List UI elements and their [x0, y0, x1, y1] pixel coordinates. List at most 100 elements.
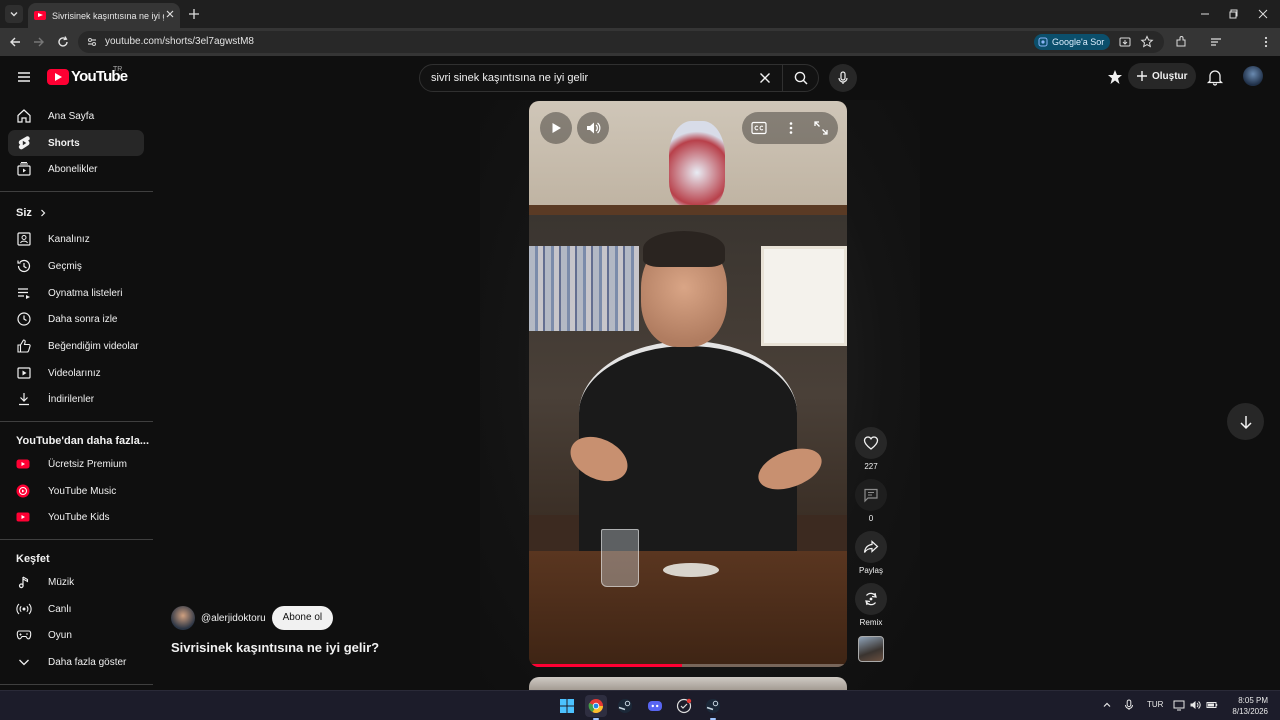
sidebar-heading-you[interactable]: Siz — [16, 207, 48, 219]
sidebar-item-your-channel[interactable]: Kanalınız — [8, 226, 144, 252]
address-bar[interactable]: youtube.com/shorts/3el7agwstM8 Google'a … — [78, 31, 1164, 53]
shorts-video-player[interactable] — [529, 101, 847, 667]
voice-search-button[interactable] — [829, 64, 857, 92]
chevron-right-icon — [40, 209, 46, 217]
new-tab-icon[interactable] — [187, 7, 201, 21]
clear-search-icon[interactable] — [758, 71, 772, 85]
sidebar-item-label: Oyun — [48, 629, 72, 641]
taskbar-app[interactable] — [673, 695, 695, 717]
create-label: Oluştur — [1152, 70, 1188, 82]
lens-icon — [1038, 37, 1048, 47]
sidebar-item-home[interactable]: Ana Sayfa — [8, 103, 144, 129]
google-ask-button[interactable]: Google'a Sor — [1034, 34, 1111, 50]
reload-icon[interactable] — [56, 35, 70, 49]
sidebar-item-live[interactable]: Canlı — [8, 596, 144, 622]
video-frame-shelf-board — [529, 205, 847, 215]
share-arrow-icon — [863, 540, 879, 553]
sidebar-item-downloads[interactable]: İndirilenler — [8, 386, 144, 412]
sidebar-item-shorts[interactable]: Shorts — [8, 130, 144, 156]
share-button[interactable] — [855, 531, 887, 563]
next-short-button[interactable] — [1227, 403, 1264, 440]
more-heading-label: YouTube'dan daha fazla... — [16, 435, 149, 447]
sidebar-item-youtube-music[interactable]: YouTube Music — [8, 478, 144, 504]
sidebar-item-label: Daha sonra izle — [48, 313, 118, 325]
sidebar-item-music[interactable]: Müzik — [8, 569, 144, 595]
windows-taskbar: TUR 8:05 PM 8/13/2026 — [0, 690, 1280, 720]
expand-icon[interactable] — [813, 120, 829, 136]
sidebar-item-gaming[interactable]: Oyun — [8, 622, 144, 648]
user-avatar[interactable] — [1243, 66, 1263, 86]
remix-button[interactable] — [855, 583, 887, 615]
site-info-icon[interactable] — [86, 36, 98, 48]
youtube-music-icon — [16, 484, 30, 498]
video-frame-glass — [601, 529, 639, 587]
taskbar-discord[interactable] — [644, 695, 666, 717]
sidebar-item-label: YouTube Kids — [48, 511, 110, 523]
sidebar-item-your-videos[interactable]: Videolarınız — [8, 360, 144, 386]
remix-label: Remix — [859, 618, 883, 627]
clock[interactable]: 8:05 PM 8/13/2026 — [1224, 695, 1268, 717]
video-frame-books — [529, 246, 639, 331]
microphone-icon[interactable] — [1123, 699, 1135, 711]
speaker-icon[interactable] — [1189, 699, 1201, 711]
live-broadcast-icon — [16, 603, 32, 615]
sidebar-item-label: Geçmiş — [48, 260, 82, 272]
video-progress-bar[interactable] — [529, 664, 847, 667]
taskbar-chrome[interactable] — [585, 695, 607, 720]
forward-arrow-icon[interactable] — [32, 35, 46, 49]
subscribe-button[interactable]: Abone ol — [271, 606, 334, 630]
sidebar-item-subscriptions[interactable]: Abonelikler — [8, 156, 144, 182]
sidebar-item-youtube-kids[interactable]: YouTube Kids — [8, 504, 144, 530]
back-arrow-icon[interactable] — [8, 35, 22, 49]
menu-icon[interactable] — [16, 69, 32, 85]
notifications-bell-icon[interactable] — [1206, 68, 1224, 86]
reading-list-icon[interactable] — [1209, 35, 1223, 49]
taskbar-steam[interactable] — [614, 695, 636, 717]
browser-tab-active[interactable]: Sivrisinek kaşıntısına ne iyi gelir — [28, 3, 180, 28]
sidebar-item-label: İndirilenler — [48, 393, 95, 405]
sidebar-item-watch-later[interactable]: Daha sonra izle — [8, 306, 144, 332]
comment-icon — [864, 488, 878, 503]
sidebar-item-show-more[interactable]: Daha fazla göster — [8, 649, 144, 675]
watch-later-icon — [17, 312, 31, 326]
window-close-icon[interactable] — [1256, 7, 1270, 21]
clock-date: 8/13/2026 — [1232, 707, 1268, 716]
bookmark-star-icon[interactable] — [1140, 35, 1154, 49]
steam-icon — [706, 699, 720, 713]
minimize-icon[interactable] — [1198, 7, 1212, 21]
url-text[interactable]: youtube.com/shorts/3el7agwstM8 — [105, 36, 254, 47]
sidebar-item-liked-videos[interactable]: Beğendiğim videolar — [8, 333, 144, 359]
taskbar-steam-2[interactable] — [702, 695, 724, 720]
play-button[interactable] — [540, 112, 572, 144]
network-icon[interactable] — [1173, 699, 1185, 711]
like-button[interactable] — [855, 427, 887, 459]
restore-icon[interactable] — [1227, 7, 1241, 21]
short-title[interactable]: Sivrisinek kaşıntısına ne iyi gelir? — [171, 640, 379, 655]
short-channel-row: @alerjidoktoru Abone ol — [171, 606, 334, 630]
battery-icon[interactable] — [1206, 699, 1218, 711]
channel-avatar[interactable] — [171, 606, 195, 630]
search-box[interactable]: sivri sinek kaşıntısına ne iyi gelir — [419, 64, 819, 92]
sound-thumbnail[interactable] — [858, 636, 884, 662]
sidebar-item-playlists[interactable]: Oynatma listeleri — [8, 280, 144, 306]
shorts-create-icon[interactable] — [1107, 69, 1123, 85]
sidebar-item-history[interactable]: Geçmiş — [8, 253, 144, 279]
start-button[interactable] — [556, 695, 578, 717]
captions-icon[interactable] — [751, 121, 767, 135]
browser-menu-icon[interactable] — [1259, 35, 1273, 49]
volume-button[interactable] — [577, 112, 609, 144]
tab-close-icon[interactable] — [164, 8, 176, 20]
extensions-icon[interactable] — [1174, 35, 1188, 49]
tab-search-button[interactable] — [5, 5, 23, 23]
create-button[interactable]: Oluştur — [1128, 63, 1196, 89]
channel-handle[interactable]: @alerjidoktoru — [201, 613, 266, 624]
search-button[interactable] — [782, 65, 819, 91]
chevron-up-icon[interactable] — [1101, 699, 1113, 711]
install-app-icon[interactable] — [1118, 35, 1132, 49]
input-language[interactable]: TUR — [1147, 700, 1163, 709]
comments-button[interactable] — [855, 479, 887, 511]
search-input[interactable]: sivri sinek kaşıntısına ne iyi gelir — [431, 65, 588, 91]
sidebar-item-premium[interactable]: Ücretsiz Premium — [8, 451, 144, 477]
more-options-icon[interactable] — [784, 120, 798, 136]
sidebar-item-label: Müzik — [48, 576, 75, 588]
